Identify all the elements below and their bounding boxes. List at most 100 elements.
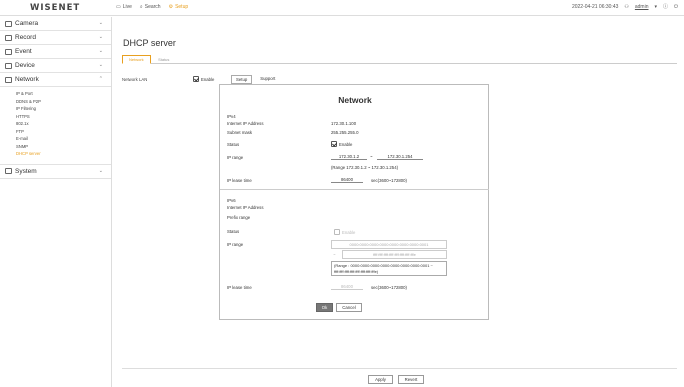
- lan-enable-checkbox[interactable]: Enable: [193, 76, 214, 82]
- record-icon: [5, 34, 12, 41]
- ipv6-section-label: IPv6: [227, 198, 236, 203]
- chevron-down-icon: ⌄: [98, 48, 103, 54]
- sidebar-item-device[interactable]: Device ⌄: [0, 59, 111, 73]
- network-panel: Network IPv4 Internet IP Address 172.30.…: [219, 84, 489, 320]
- sidebar-item-event[interactable]: Event ⌄: [0, 45, 111, 59]
- ipv4-range-note: (Range 172.30.1.2 ~ 172.30.1.254): [331, 165, 399, 170]
- ipv4-mask-label: Subnet mask: [227, 130, 253, 135]
- ok-button[interactable]: Ok: [316, 303, 333, 312]
- ipv6-lease-label: IP lease time: [227, 285, 252, 290]
- chevron-down-icon: ⌄: [98, 34, 103, 40]
- live-label: Live: [122, 4, 132, 10]
- tab-status[interactable]: Status: [152, 56, 175, 63]
- checkbox-icon: [193, 76, 199, 82]
- lan-enable-label: Enable: [201, 76, 215, 82]
- camera-icon: [5, 20, 12, 27]
- ipv6-status-checkbox[interactable]: Enable: [334, 229, 355, 235]
- ipv4-lease-label: IP lease time: [227, 178, 252, 183]
- ipv6-range-from-input[interactable]: 0000:0000:0000:0000:0000:0000:0000:0001: [331, 240, 447, 249]
- network-submenu: IP & Port DDNS & P2P IP Filtering HTTPS …: [0, 87, 111, 165]
- live-button[interactable]: ▭ Live: [116, 4, 132, 10]
- apply-button[interactable]: Apply: [368, 375, 393, 384]
- sidebar-item-record[interactable]: Record ⌄: [0, 31, 111, 45]
- sidebar-subitem-ftp[interactable]: FTP: [16, 128, 111, 136]
- gear-icon: ⚙: [168, 4, 174, 10]
- sidebar-subitem-ip-port[interactable]: IP & Port: [16, 90, 111, 98]
- section-divider: [220, 189, 489, 190]
- panel-title: Network: [338, 95, 372, 105]
- monitor-icon: ▭: [116, 4, 121, 10]
- ipv6-range-label: IP range: [227, 242, 244, 247]
- sidebar-subitem-ddns-p2p[interactable]: DDNS & P2P: [16, 98, 111, 106]
- sidebar-subitem-email[interactable]: E-mail: [16, 135, 111, 143]
- logout-icon[interactable]: ⏻: [674, 4, 678, 10]
- sidebar-item-label: Camera: [15, 20, 39, 27]
- ipv4-status-label: Status: [227, 142, 240, 147]
- device-icon: [5, 62, 12, 69]
- setup-subtabs: Setup Support: [231, 75, 280, 84]
- checkbox-icon: [331, 141, 337, 147]
- ipv6-ip-label: Internet IP Address: [227, 205, 264, 210]
- network-icon: [5, 76, 12, 83]
- chevron-down-icon[interactable]: ▾: [655, 4, 658, 10]
- ipv4-status-value: Enable: [339, 141, 353, 147]
- sidebar-subitem-ip-filtering[interactable]: IP Filtering: [16, 105, 111, 113]
- search-label: Search: [144, 4, 161, 10]
- search-button[interactable]: ⌕ Search: [140, 4, 161, 10]
- ipv4-ip-value: 172.30.1.100: [331, 121, 357, 126]
- chevron-up-icon: ⌃: [98, 76, 103, 82]
- setup-button[interactable]: ⚙ Setup: [169, 4, 189, 10]
- ipv4-lease-unit: sec(3600~172800): [371, 178, 407, 183]
- ipv4-range-separator: ~: [370, 154, 373, 159]
- ipv6-range-to-input[interactable]: ffff:ffff:ffff:ffff:ffff:ffff:ffff:fffe: [342, 250, 447, 259]
- sidebar-subitem-8021x[interactable]: 802.1x: [16, 120, 111, 128]
- sidebar-item-network[interactable]: Network ⌃: [0, 73, 111, 87]
- ipv4-range-from-input[interactable]: 172.30.1.2: [331, 154, 367, 160]
- sidebar-item-label: Network: [15, 76, 39, 83]
- support-subtab[interactable]: Support: [256, 75, 280, 84]
- sidebar-item-label: Event: [15, 48, 32, 55]
- checkbox-icon: [334, 229, 340, 235]
- ipv4-section-label: IPv4: [227, 114, 236, 119]
- ipv4-ip-label: Internet IP Address: [227, 121, 264, 126]
- top-nav: ▭ Live ⌕ Search ⚙ Setup: [116, 4, 188, 10]
- ipv6-prefix-label: Prefix range: [227, 215, 251, 220]
- ipv6-lease-input[interactable]: 86400: [331, 284, 363, 290]
- ipv4-range-label: IP range: [227, 155, 244, 160]
- setup-subtab[interactable]: Setup: [231, 75, 253, 84]
- sidebar-subitem-https[interactable]: HTTPS: [16, 113, 111, 121]
- sidebar-subitem-snmp[interactable]: SNMP: [16, 143, 111, 151]
- ipv4-mask-value: 255.255.255.0: [331, 130, 359, 135]
- top-right: 2022-04-21 06:30:43 ⚇ admin ▾ ⓘ ⏻: [571, 3, 678, 11]
- sidebar: Camera ⌄ Record ⌄ Event ⌄ Device ⌄ Netwo…: [0, 17, 112, 387]
- event-icon: [5, 48, 12, 55]
- user-menu[interactable]: admin: [635, 4, 649, 10]
- user-icon: ⚇: [624, 3, 629, 10]
- app-logo: WISENET: [30, 3, 81, 13]
- ipv6-range-separator: ~: [333, 252, 336, 257]
- tab-network[interactable]: Network: [122, 55, 151, 64]
- help-icon[interactable]: ⓘ: [663, 3, 668, 10]
- sidebar-subitem-dhcp-server[interactable]: DHCP server: [16, 150, 111, 158]
- sidebar-item-camera[interactable]: Camera ⌄: [0, 17, 111, 31]
- cancel-button[interactable]: Cancel: [336, 303, 362, 312]
- ipv6-range-note: (Range : 0000:0000:0000:0000:0000:0000:0…: [331, 261, 447, 276]
- ipv6-status-label: Status: [227, 229, 240, 234]
- ipv4-status-checkbox[interactable]: Enable: [331, 141, 352, 147]
- sidebar-item-system[interactable]: System ⌄: [0, 165, 111, 179]
- sidebar-item-label: System: [15, 167, 37, 175]
- ipv4-range-to-input[interactable]: 172.30.1.254: [377, 154, 423, 160]
- revert-button[interactable]: Revert: [398, 375, 424, 384]
- network-lan-label: Network LAN: [122, 77, 148, 82]
- sidebar-item-label: Device: [15, 62, 35, 69]
- datetime-text: 2022-04-21 06:30:43: [571, 3, 619, 10]
- footer-divider: [122, 368, 677, 369]
- system-icon: [5, 168, 12, 174]
- chevron-down-icon: ⌄: [98, 167, 103, 174]
- chevron-down-icon: ⌄: [98, 62, 103, 68]
- chevron-down-icon: ⌄: [98, 20, 103, 26]
- ipv4-lease-input[interactable]: 86400: [331, 177, 363, 183]
- search-icon: ⌕: [139, 4, 143, 10]
- ipv6-lease-unit: sec(3600~172800): [371, 285, 407, 290]
- top-bar: WISENET ▭ Live ⌕ Search ⚙ Setup 2022-04-…: [0, 0, 684, 16]
